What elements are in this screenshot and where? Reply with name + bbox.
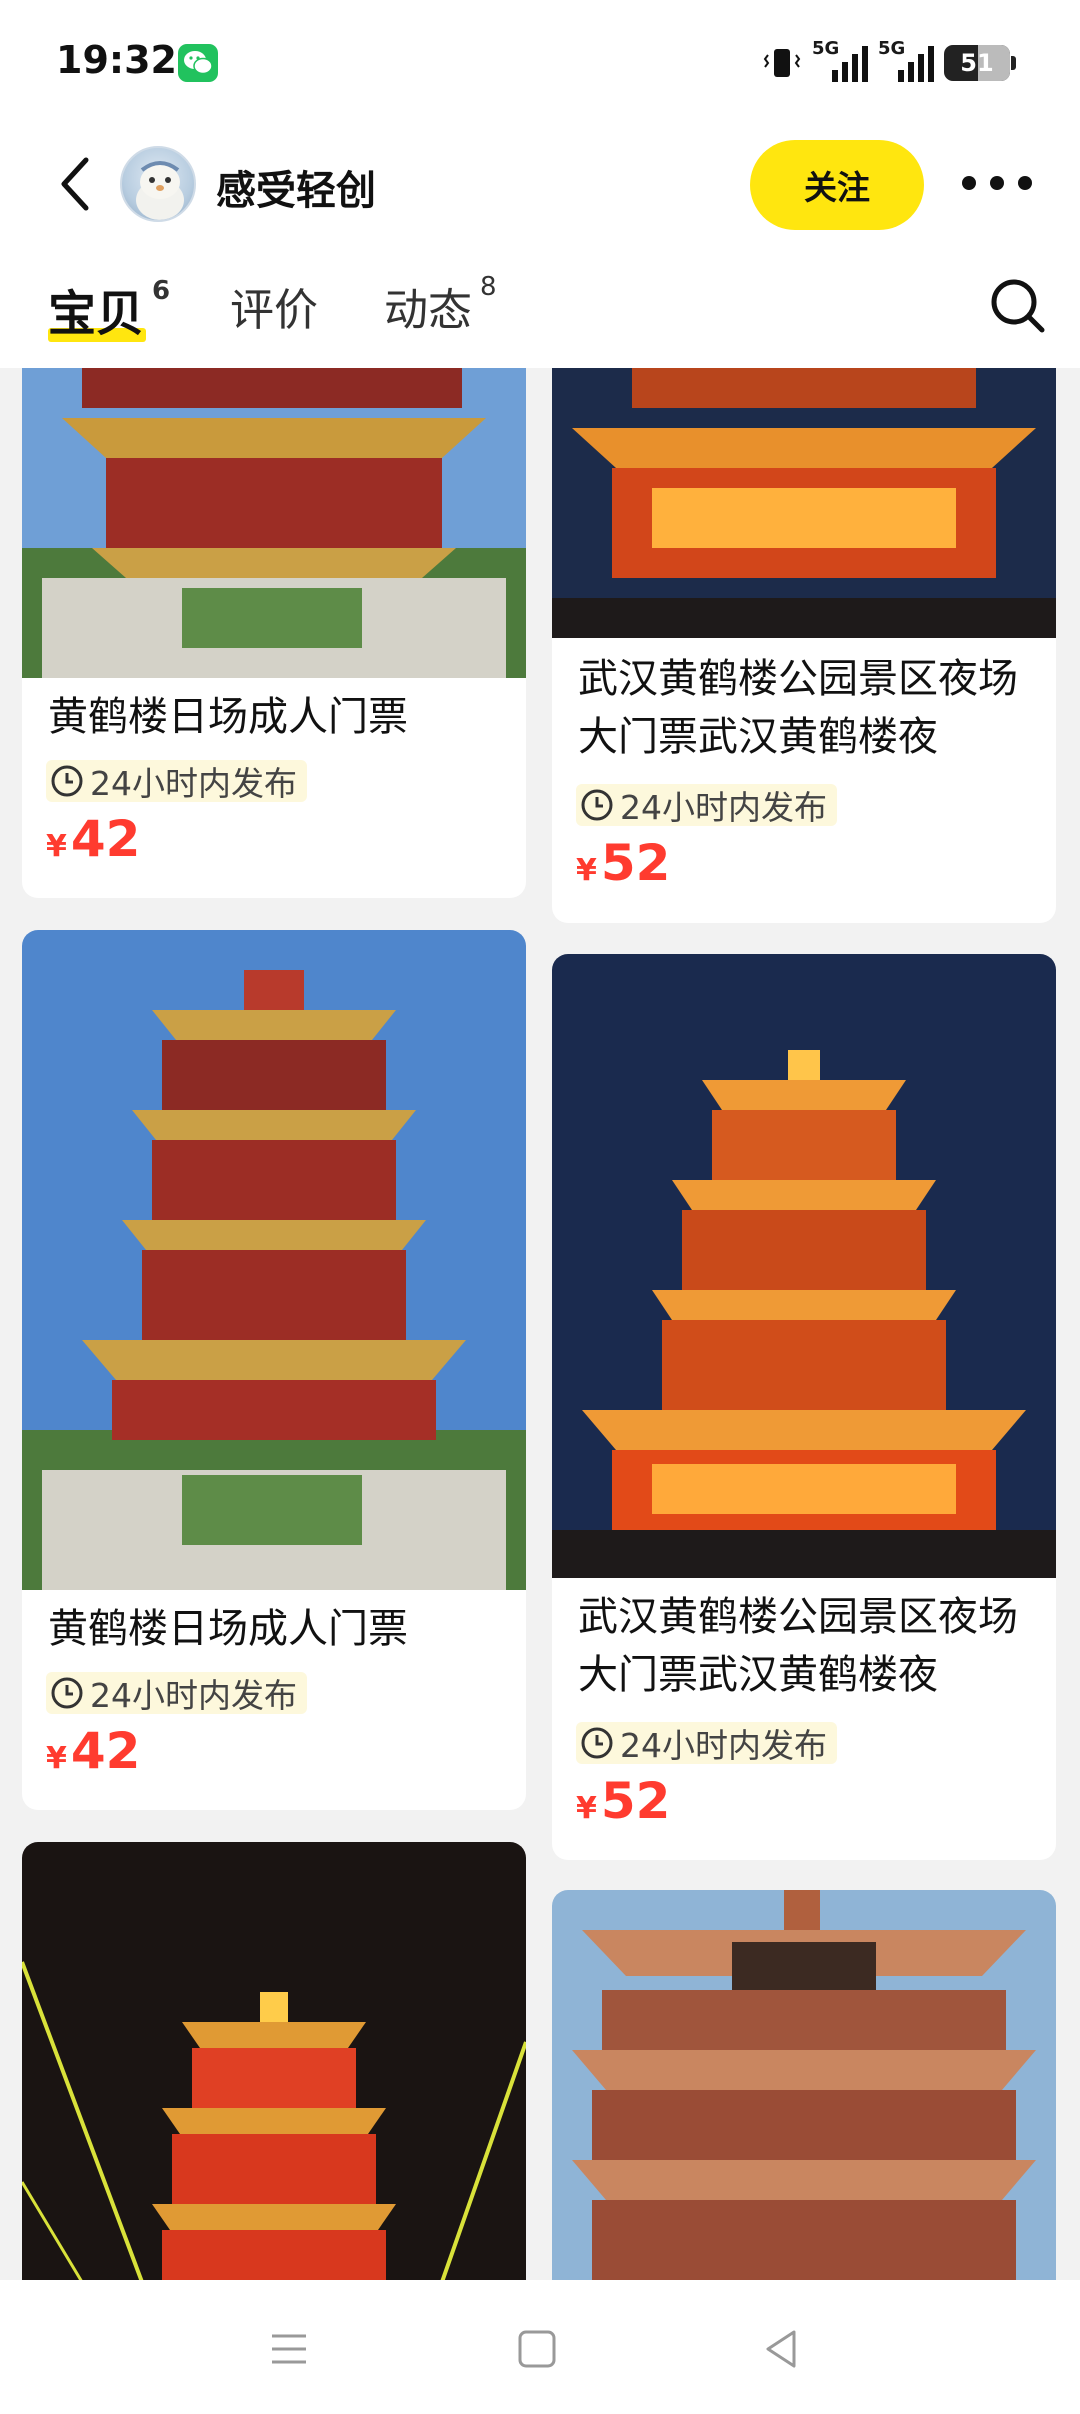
search-icon[interactable] <box>988 276 1048 336</box>
publish-time-tag: 24小时内发布 <box>46 1672 307 1715</box>
back-nav-icon[interactable] <box>756 2324 806 2374</box>
product-price: ¥52 <box>576 1772 671 1830</box>
product-price: ¥52 <box>576 834 671 892</box>
signal-icon-1: 5G <box>812 38 868 82</box>
shop-tabs: 宝贝 6 评价 动态 8 <box>0 240 1080 368</box>
product-title: 黄鹤楼日场成人门票 <box>48 694 408 740</box>
product-price: ¥42 <box>46 1722 141 1780</box>
product-image <box>22 930 526 1590</box>
clock-icon <box>51 1677 83 1709</box>
product-card[interactable] <box>552 1890 1056 2280</box>
publish-time-tag: 24小时内发布 <box>576 784 837 827</box>
vibrate-icon <box>763 49 801 77</box>
product-image <box>552 1890 1056 2280</box>
product-image <box>552 368 1056 638</box>
clock-icon <box>581 1727 613 1759</box>
follow-button[interactable]: 关注 <box>750 140 924 230</box>
clock-icon <box>51 765 83 797</box>
product-card[interactable] <box>22 1842 526 2280</box>
status-bar: 19:32 5G 5G 51 <box>0 0 1080 128</box>
tab-items[interactable]: 宝贝 6 <box>48 274 170 344</box>
product-image <box>552 954 1056 1578</box>
signal-icon-2: 5G <box>878 38 934 82</box>
wechat-notification-icon <box>178 44 218 82</box>
clock-icon <box>581 789 613 821</box>
product-title: 武汉黄鹤楼公园景区夜场大门票武汉黄鹤楼夜 <box>578 656 1018 760</box>
product-title: 黄鹤楼日场成人门票 <box>48 1606 408 1652</box>
tab-updates[interactable]: 动态 8 <box>384 272 497 338</box>
product-image <box>22 1842 526 2280</box>
system-nav-bar <box>0 2280 1080 2414</box>
publish-time-tag: 24小时内发布 <box>576 1722 837 1765</box>
publish-time-tag: 24小时内发布 <box>46 760 307 803</box>
product-image <box>22 368 526 678</box>
shop-header: 感受轻创 关注 <box>0 128 1080 240</box>
menu-icon[interactable] <box>264 2324 314 2374</box>
product-card[interactable]: 武汉黄鹤楼公园景区夜场大门票武汉黄鹤楼夜 24小时内发布 ¥52 <box>552 368 1056 923</box>
product-card[interactable]: 黄鹤楼日场成人门票 24小时内发布 ¥42 <box>22 930 526 1810</box>
product-title: 武汉黄鹤楼公园景区夜场大门票武汉黄鹤楼夜 <box>578 1594 1018 1698</box>
shop-avatar[interactable] <box>120 146 196 222</box>
tab-reviews[interactable]: 评价 <box>230 274 318 338</box>
back-icon[interactable] <box>52 154 102 214</box>
battery-level: 51 <box>960 49 994 77</box>
status-indicators: 5G 5G 51 <box>762 38 1016 86</box>
more-options-icon[interactable] <box>962 168 1032 198</box>
home-icon[interactable] <box>512 2324 562 2374</box>
product-card[interactable]: 武汉黄鹤楼公园景区夜场大门票武汉黄鹤楼夜 24小时内发布 ¥52 <box>552 954 1056 1860</box>
product-card[interactable]: 黄鹤楼日场成人门票 24小时内发布 ¥42 <box>22 368 526 898</box>
product-price: ¥42 <box>46 810 141 868</box>
battery-icon: 51 <box>944 45 1016 81</box>
product-grid: 黄鹤楼日场成人门票 24小时内发布 ¥42 武汉黄鹤楼公园景区夜场大门票武汉黄鹤… <box>0 368 1080 2280</box>
status-time: 19:32 <box>56 38 177 82</box>
shop-name[interactable]: 感受轻创 <box>216 158 376 216</box>
